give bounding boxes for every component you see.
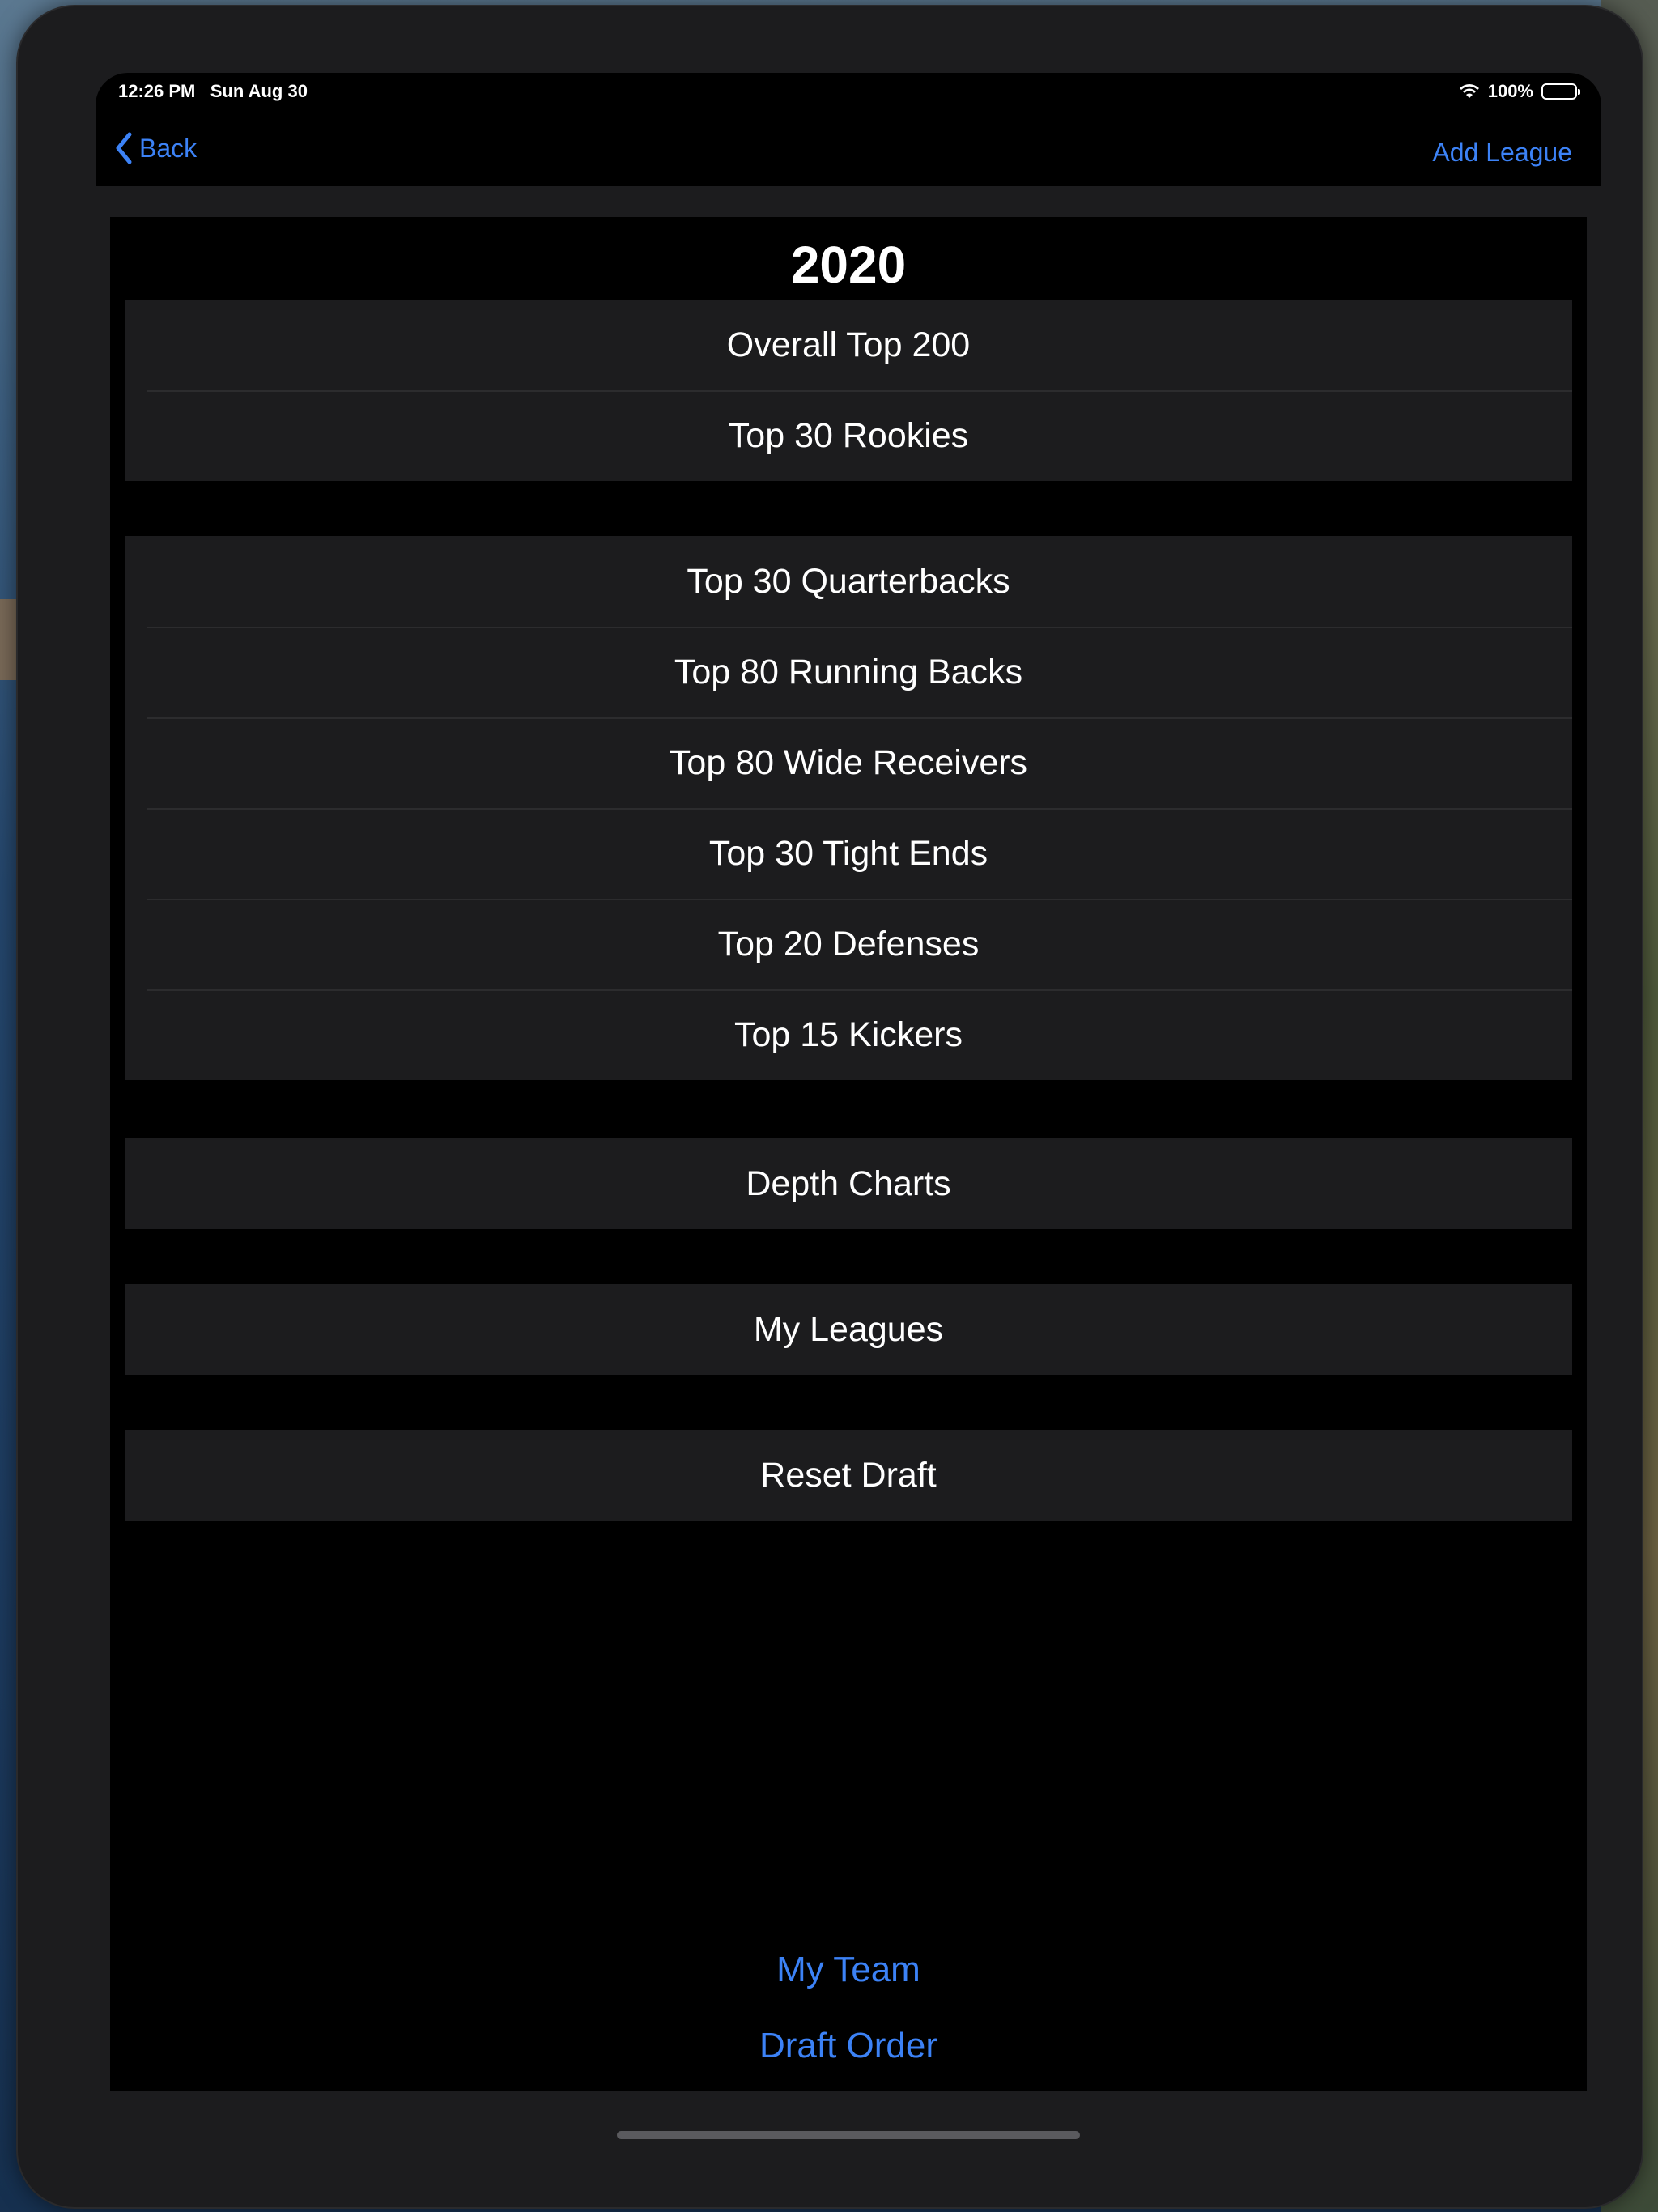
row-top-80-running-backs[interactable]: Top 80 Running Backs: [125, 627, 1572, 717]
row-top-30-tight-ends[interactable]: Top 30 Tight Ends: [125, 808, 1572, 899]
rankings-panel: 2020 Overall Top 200 Top 30 Rookies Top …: [110, 217, 1587, 2091]
draft-order-button[interactable]: Draft Order: [110, 2026, 1587, 2066]
wifi-icon: [1459, 84, 1479, 98]
battery-percent: 100%: [1487, 81, 1533, 101]
status-time: 12:26 PM: [118, 81, 196, 101]
page-title: 2020: [790, 236, 907, 294]
rankings-group-positions: Top 30 Quarterbacks Top 80 Running Backs…: [125, 536, 1572, 1080]
row-reset-draft[interactable]: Reset Draft: [125, 1430, 1572, 1521]
row-top-15-kickers[interactable]: Top 15 Kickers: [125, 989, 1572, 1080]
my-team-button[interactable]: My Team: [110, 1950, 1587, 1990]
row-my-leagues[interactable]: My Leagues: [125, 1284, 1572, 1375]
content-area: 2020 Overall Top 200 Top 30 Rookies Top …: [96, 186, 1601, 2146]
status-date: Sun Aug 30: [210, 81, 308, 101]
device-screen: 12:26 PM Sun Aug 30 100% Back Add League…: [96, 73, 1601, 2146]
battery-icon: [1541, 83, 1580, 100]
back-button[interactable]: Back: [113, 131, 197, 165]
add-league-button[interactable]: Add League: [1432, 138, 1572, 168]
row-top-30-quarterbacks[interactable]: Top 30 Quarterbacks: [125, 536, 1572, 627]
back-label: Back: [139, 133, 198, 163]
reset-draft-group: Reset Draft: [125, 1430, 1572, 1521]
row-overall-top-200[interactable]: Overall Top 200: [125, 300, 1572, 390]
row-top-80-wide-receivers[interactable]: Top 80 Wide Receivers: [125, 717, 1572, 808]
chevron-left-icon: [116, 132, 132, 164]
row-top-20-defenses[interactable]: Top 20 Defenses: [125, 899, 1572, 989]
status-time-date: 12:26 PM Sun Aug 30: [118, 81, 308, 102]
row-depth-charts[interactable]: Depth Charts: [125, 1138, 1572, 1229]
status-bar: 12:26 PM Sun Aug 30 100%: [96, 73, 1601, 121]
rankings-group-overall: Overall Top 200 Top 30 Rookies: [125, 300, 1572, 481]
navigation-bar: Back Add League: [96, 121, 1601, 186]
status-right-group: 100%: [1459, 81, 1580, 102]
my-leagues-group: My Leagues: [125, 1284, 1572, 1375]
depth-charts-group: Depth Charts: [125, 1138, 1572, 1229]
home-indicator[interactable]: [617, 2131, 1080, 2139]
row-top-30-rookies[interactable]: Top 30 Rookies: [125, 390, 1572, 481]
simulator-device-frame: 12:26 PM Sun Aug 30 100% Back Add League…: [18, 6, 1642, 2207]
